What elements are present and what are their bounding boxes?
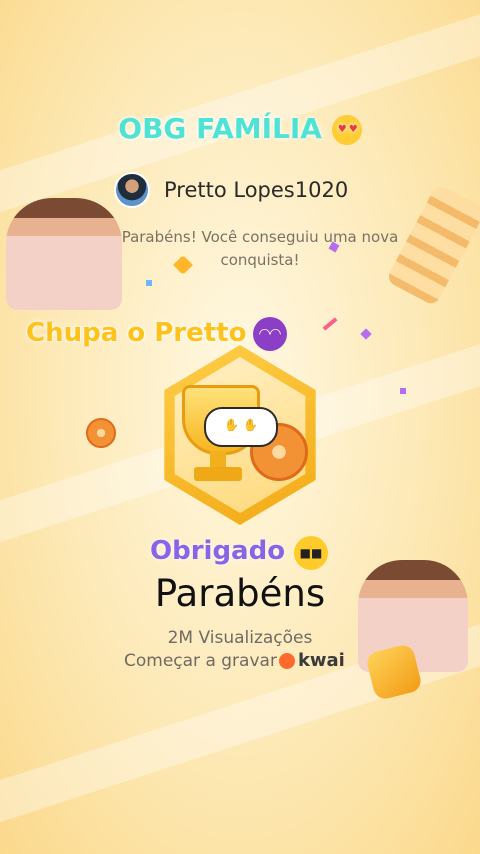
film-reel-icon [86, 418, 116, 448]
top-caption-text: OBG FAMÍLIA [118, 112, 322, 145]
smiling-face-with-heart-eyes-icon: ♥ ♥ [331, 115, 362, 145]
avatar[interactable] [114, 172, 150, 208]
kwai-brand-text: kwai [297, 650, 345, 671]
confetti-piece [146, 280, 152, 286]
achievement-user-row: Pretto Lopes1020 [114, 172, 348, 208]
kwai-achievement-screen: OBG FAMÍLIA ♥ ♥ Pretto Lopes1020 Parabén… [0, 0, 480, 854]
confetti-piece [360, 328, 372, 340]
trophy-base [194, 467, 242, 481]
middle-caption: Chupa o Pretto [26, 318, 247, 348]
confetti-piece [400, 388, 406, 394]
clapping-hands-icon: ✋ ✋ [204, 407, 278, 447]
bottom-caption: Obrigado [150, 536, 286, 566]
start-recording-label[interactable]: Começar a gravar [124, 651, 277, 671]
username[interactable]: Pretto Lopes1020 [164, 178, 348, 202]
confetti-piece [322, 317, 338, 331]
kwai-logo-icon [278, 652, 295, 669]
top-caption: OBG FAMÍLIA ♥ ♥ [0, 112, 480, 145]
sunglasses-face-icon: ■■ [294, 536, 328, 570]
achievement-badge: ✋ ✋ [152, 345, 328, 525]
achievement-message: Parabéns! Você conseguiu uma nova conqui… [121, 228, 399, 269]
start-recording-link[interactable]: Começar a gravar kwai [124, 650, 345, 671]
